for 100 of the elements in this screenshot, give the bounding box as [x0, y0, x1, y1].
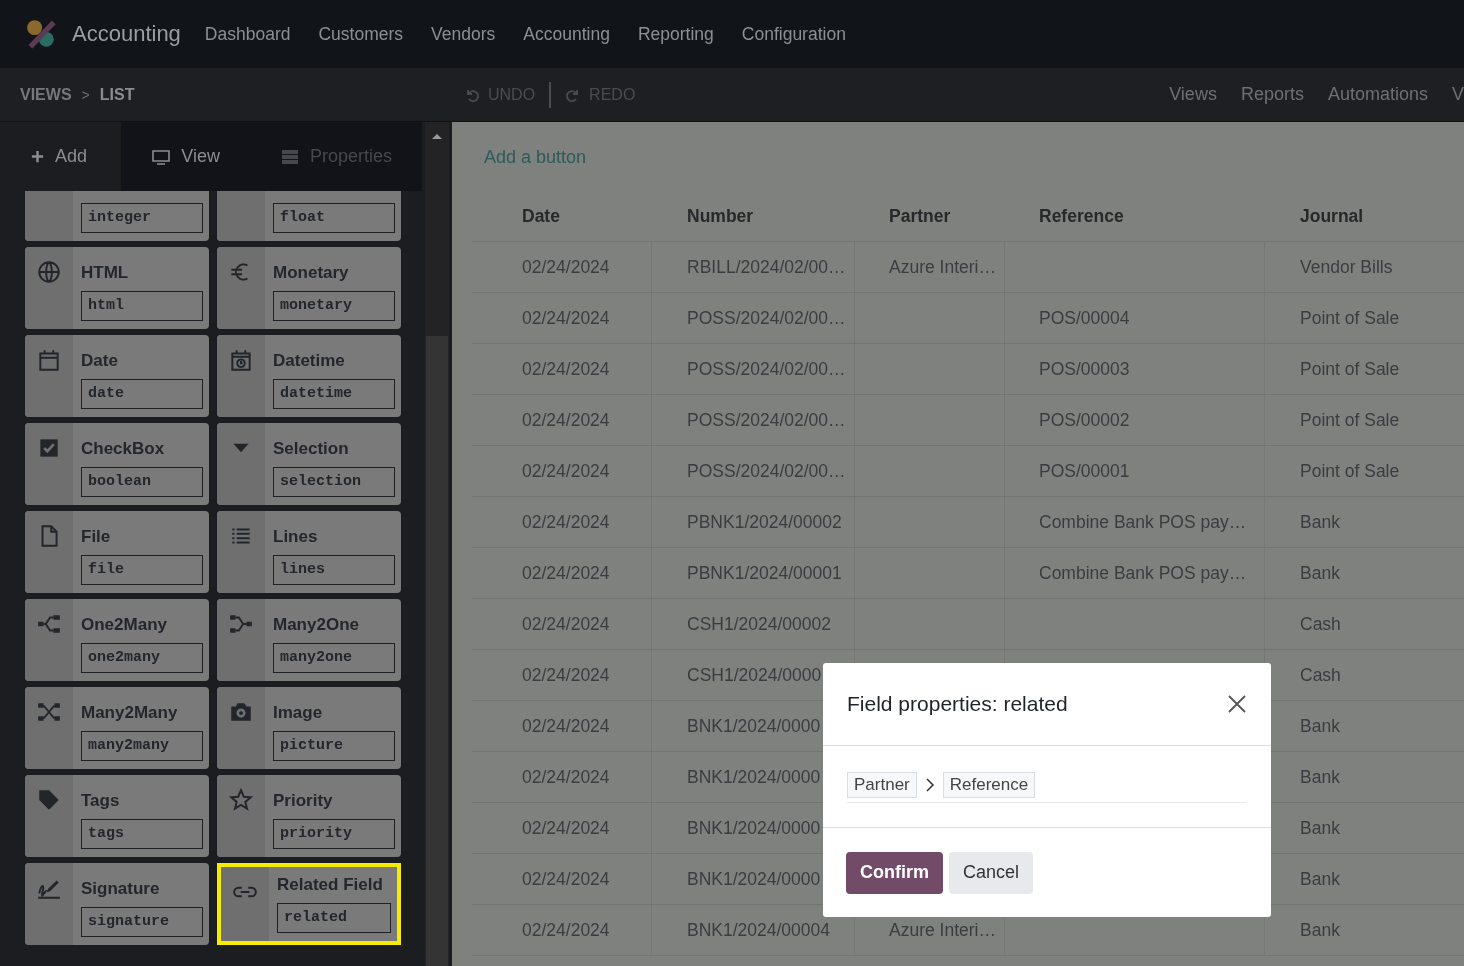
close-icon[interactable]: [1227, 694, 1247, 714]
field-type-label: Signature: [81, 879, 161, 899]
cancel-button[interactable]: Cancel: [949, 851, 1034, 894]
field-type-name: file: [81, 555, 203, 585]
studio-link[interactable]: Views: [1169, 84, 1217, 105]
scrollbar[interactable]: [425, 122, 449, 966]
confirm-button[interactable]: Confirm: [846, 851, 943, 894]
breadcrumb-item[interactable]: LIST: [99, 85, 135, 104]
column-header[interactable]: Journal: [1265, 205, 1464, 227]
table-cell: POSS/2024/02/00…: [687, 409, 846, 431]
field-type-card[interactable]: Priority priority: [217, 775, 401, 857]
table-cell: 02/24/2024: [522, 562, 610, 584]
field-type-label: Datetime: [273, 351, 346, 371]
path-field-chip[interactable]: Reference: [942, 772, 1036, 798]
field-type-name: lines: [273, 555, 395, 585]
field-type-card[interactable]: HTML html: [25, 247, 209, 329]
field-type-card[interactable]: Monetary monetary: [217, 247, 401, 329]
table-cell: Point of Sale: [1300, 460, 1400, 482]
field-type-name: integer: [81, 203, 203, 233]
field-type-card[interactable]: Date date: [25, 335, 209, 417]
breadcrumb-item[interactable]: VIEWS: [20, 85, 72, 104]
table-cell: 02/24/2024: [522, 919, 610, 941]
field-type-card[interactable]: Selection selection: [217, 423, 401, 505]
column-header[interactable]: Partner: [855, 205, 1005, 227]
field-type-name: signature: [81, 907, 203, 937]
studio-link[interactable]: Automations: [1327, 84, 1428, 105]
table-cell: 02/24/2024: [522, 766, 610, 788]
sidebar-tab[interactable]: Add: [0, 122, 122, 191]
table-cell: POSS/2024/02/00…: [687, 358, 846, 380]
field-type-label: Priority: [273, 791, 334, 811]
table-cell: Point of Sale: [1300, 409, 1400, 431]
calendar-clock-icon: [228, 347, 254, 373]
field-type-name: many2one: [273, 643, 395, 673]
menu-item[interactable]: Dashboard: [204, 23, 291, 45]
breadcrumb-separator: >: [81, 86, 90, 103]
table-cell: Bank: [1300, 562, 1340, 584]
field-type-name: related: [277, 903, 391, 933]
field-type-name: picture: [273, 731, 395, 761]
scroll-up-icon[interactable]: [431, 132, 443, 140]
table-cell: BNK1/2024/0000: [687, 868, 821, 890]
menu-item[interactable]: Customers: [318, 23, 404, 45]
table-cell: 02/24/2024: [522, 715, 610, 737]
app-logo-icon[interactable]: [24, 17, 58, 51]
table-cell: PBNK1/2024/00002: [687, 511, 842, 533]
field-type-card[interactable]: File file: [25, 511, 209, 593]
table-cell: 02/24/2024: [522, 868, 610, 890]
field-type-card[interactable]: Tags tags: [25, 775, 209, 857]
menu-item[interactable]: Reporting: [637, 23, 714, 45]
field-type-name: tags: [81, 819, 203, 849]
field-type-card[interactable]: One2Many one2many: [25, 599, 209, 681]
table-cell: 02/24/2024: [522, 358, 610, 380]
field-type-label: Many2Many: [81, 703, 179, 723]
field-type-card[interactable]: Many2Many many2many: [25, 687, 209, 769]
table-cell: RBILL/2024/02/00…: [687, 256, 846, 278]
table-cell: Combine Bank POS pay…: [1039, 511, 1247, 533]
field-type-name: monetary: [273, 291, 395, 321]
table-cell: POS/00002: [1039, 409, 1130, 431]
field-type-card[interactable]: Image picture: [217, 687, 401, 769]
field-type-card[interactable]: Many2One many2one: [217, 599, 401, 681]
table-cell: Bank: [1300, 715, 1340, 737]
table-cell: BNK1/2024/00004: [687, 919, 831, 941]
menu-item[interactable]: Configuration: [741, 23, 846, 45]
table-cell: Bank: [1300, 817, 1340, 839]
table-cell: Point of Sale: [1300, 307, 1400, 329]
plus-icon: [30, 149, 45, 164]
table-cell: POS/00001: [1039, 460, 1130, 482]
menu-item[interactable]: Accounting: [523, 23, 610, 45]
studio-link[interactable]: V: [1452, 84, 1464, 105]
table-cell: POS/00003: [1039, 358, 1130, 380]
column-header[interactable]: Reference: [1005, 205, 1265, 227]
field-type-label: Date: [81, 351, 119, 371]
field-type-label: HTML: [81, 263, 130, 283]
table-cell: Point of Sale: [1300, 358, 1400, 380]
field-type-label: One2Many: [81, 615, 168, 635]
field-type-card[interactable]: Related Field related: [217, 863, 401, 945]
field-type-card[interactable]: CheckBox boolean: [25, 423, 209, 505]
table-cell: 02/24/2024: [522, 511, 610, 533]
studio-link[interactable]: Reports: [1240, 84, 1304, 105]
sidebar-tab[interactable]: View: [121, 122, 250, 191]
table-cell: CSH1/2024/0000: [687, 664, 822, 686]
field-type-label: Many2One: [273, 615, 360, 635]
field-type-card[interactable]: Signature signature: [25, 863, 209, 945]
column-header[interactable]: Date: [472, 205, 652, 227]
field-type-card[interactable]: Datetime datetime: [217, 335, 401, 417]
field-type-label: CheckBox: [81, 439, 166, 459]
add-button-link[interactable]: Add a button: [452, 122, 1464, 191]
table-cell: 02/24/2024: [522, 664, 610, 686]
path-field-chip[interactable]: Partner: [847, 772, 917, 798]
field-type-card[interactable]: integer: [25, 191, 209, 241]
app-name[interactable]: Accounting: [72, 21, 181, 47]
field-type-name: date: [81, 379, 203, 409]
globe-icon: [36, 259, 62, 285]
table-cell: POSS/2024/02/00…: [687, 460, 846, 482]
column-header[interactable]: Number: [652, 205, 855, 227]
table-cell: PBNK1/2024/00001: [687, 562, 842, 584]
table-cell: Bank: [1300, 868, 1340, 890]
table-cell: Combine Bank POS pay…: [1039, 562, 1247, 584]
field-type-card[interactable]: Lines lines: [217, 511, 401, 593]
menu-item[interactable]: Vendors: [431, 23, 496, 45]
field-type-card[interactable]: float: [217, 191, 401, 241]
